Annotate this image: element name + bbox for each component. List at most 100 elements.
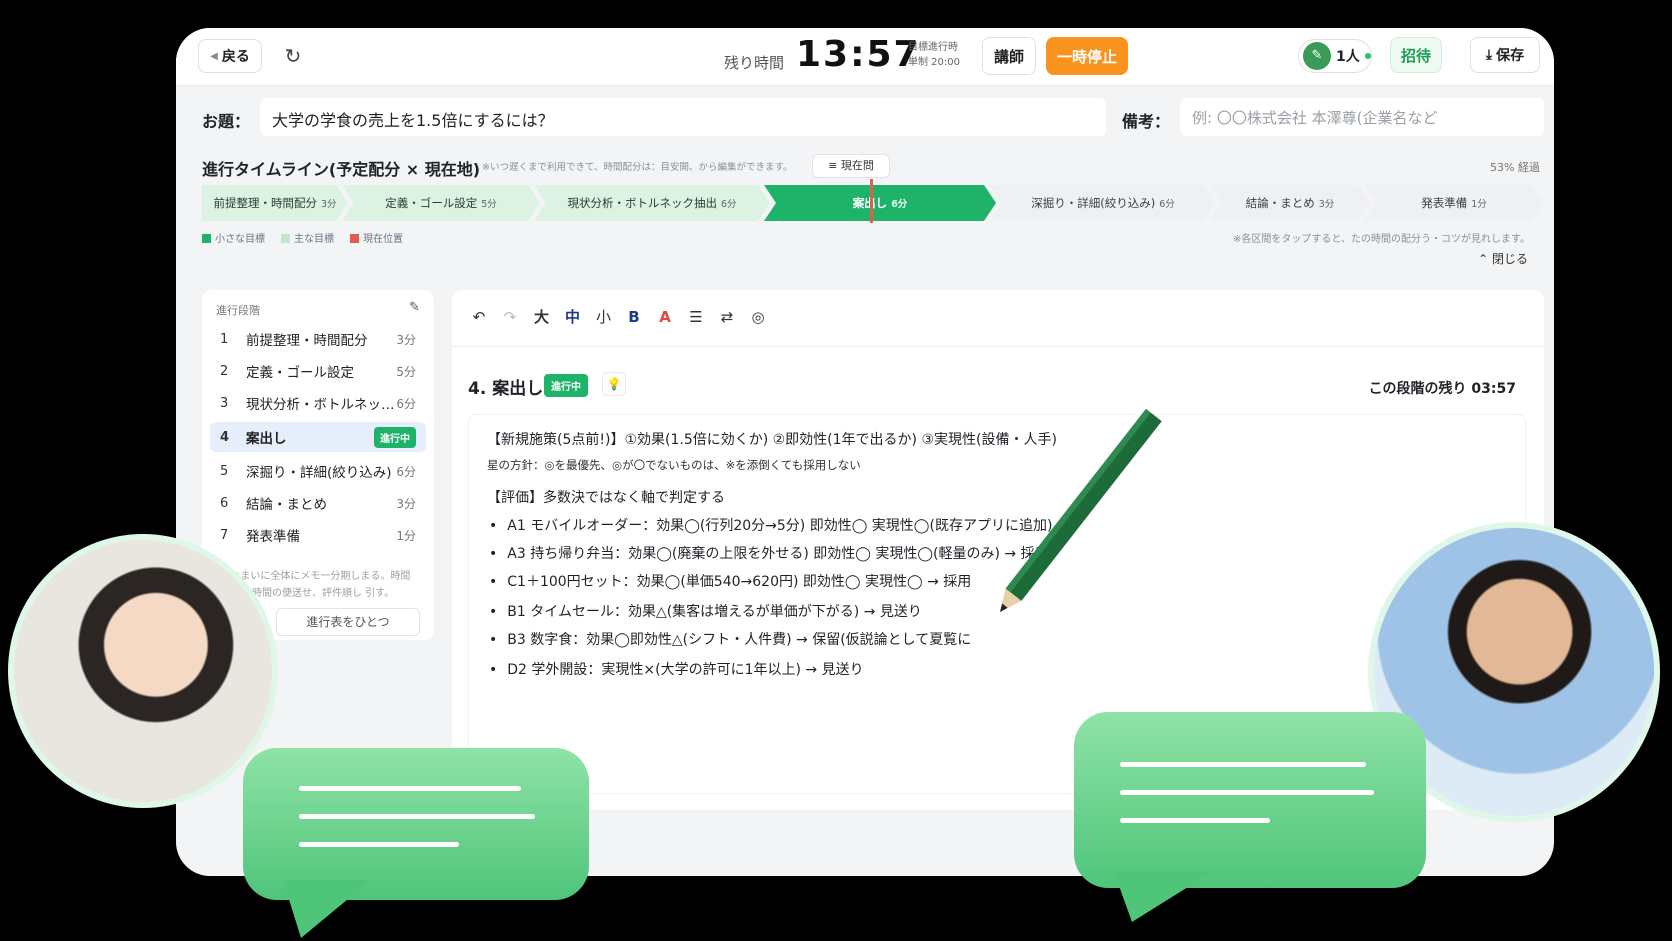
segment-minutes: 6分	[891, 199, 908, 210]
legend-label: 現在位置	[363, 234, 403, 245]
top-bar: ◀ 戻る ↻ 残り時間 13:57 目標進行時 単制 20:00 講師 一時停止…	[176, 28, 1554, 86]
user-avatar-icon: ✎	[1303, 42, 1331, 70]
current-position-marker	[870, 179, 873, 223]
redo-icon[interactable]: ↷	[503, 308, 517, 326]
bubble-tail	[283, 880, 371, 938]
step-number: 1	[220, 331, 229, 347]
timeline-segment-3[interactable]: 現状分析・ボトルネック抽出 6分	[534, 185, 770, 221]
stage: ◀ 戻る ↻ 残り時間 13:57 目標進行時 単制 20:00 講師 一時停止…	[0, 0, 1672, 941]
sidebar-step-4[interactable]: 4 案出し 進行中	[210, 422, 426, 452]
timeline-segment-7[interactable]: 発表準備 1分	[1364, 185, 1544, 221]
segment-label: 前提整理・時間配分	[213, 196, 317, 210]
segment-label: 現状分析・ボトルネック抽出	[567, 196, 717, 210]
step-minutes: 5分	[396, 364, 416, 379]
invite-button[interactable]: 招待	[1390, 37, 1442, 73]
list-item: A1 モバイルオーダー：効果◯(行列20分→5分) 即効性◯ 実現性◯(既存アプ…	[489, 515, 1068, 535]
legend-swatch	[350, 234, 359, 243]
toolbar-divider	[452, 346, 1544, 347]
step-number: 2	[220, 363, 229, 379]
step-number: 5	[220, 463, 229, 479]
segment-minutes: 6分	[1159, 199, 1175, 210]
members-count: 1人	[1336, 49, 1360, 65]
legend-label: 主な目標	[294, 234, 334, 245]
step-minutes: 6分	[396, 464, 416, 479]
share-icon[interactable]: ⇄	[720, 308, 734, 326]
timeline-segment-1[interactable]: 前提整理・時間配分 3分	[202, 185, 348, 221]
legend-swatch	[202, 234, 211, 243]
list-item: B3 数字食：効果◯即効性△(シフト・人件費) → 保留(仮説論として夏覧に	[489, 629, 971, 649]
step-name: 発表準備	[246, 529, 300, 545]
settings-icon[interactable]: ◎	[751, 308, 765, 326]
bubble-text-line	[1120, 818, 1270, 823]
timeline-segment-2[interactable]: 定義・ゴール設定 5分	[342, 185, 540, 221]
sidebar-step-2[interactable]: 2 定義・ゴール設定 5分	[210, 356, 426, 386]
online-dot-icon	[1364, 53, 1371, 59]
step-name: 定義・ゴール設定	[246, 365, 354, 381]
speech-bubble-left	[243, 748, 589, 938]
timeline-segment-4[interactable]: 案出し6分	[764, 185, 996, 221]
timeline-legend: 小さな目標 主な目標 現在位置	[202, 230, 403, 245]
refresh-icon[interactable]: ↻	[280, 43, 306, 69]
segment-minutes: 6分	[720, 199, 737, 210]
timer-meta: 目標進行時 単制 20:00	[908, 40, 960, 70]
step-number: 4	[220, 429, 230, 445]
lightbulb-icon[interactable]: 💡	[602, 372, 626, 396]
sidebar-step-5[interactable]: 5 深掘り・詳細(絞り込み) 6分	[210, 456, 426, 486]
text-color-button[interactable]: A	[658, 308, 672, 326]
speech-bubble-right	[1074, 712, 1426, 922]
sidebar-step-6[interactable]: 6 結論・まとめ 3分	[210, 488, 426, 518]
schedule-button[interactable]: 進行表をひとつ	[276, 608, 420, 636]
sidebar-step-1[interactable]: 1 前提整理・時間配分 3分	[210, 324, 426, 354]
download-icon: ⤓	[1485, 47, 1493, 63]
step-name: 深掘り・詳細(絞り込み)	[246, 465, 392, 481]
timeline-title: 進行タイムライン(予定配分 × 現在地)	[202, 160, 481, 179]
font-large-button[interactable]: 大	[534, 306, 549, 327]
undo-icon[interactable]: ↶	[472, 308, 486, 326]
font-small-button[interactable]: 小	[596, 306, 611, 327]
step-name: 現状分析・ボトルネック…	[246, 397, 397, 413]
timeline-segment-6[interactable]: 結論・まとめ 3分	[1210, 185, 1370, 221]
step-name: 結論・まとめ	[246, 497, 327, 513]
pencil-icon[interactable]: ✎	[409, 300, 420, 315]
step-name: 案出し	[246, 431, 287, 447]
bold-button[interactable]: B	[627, 308, 641, 326]
step-minutes: 1分	[396, 528, 416, 543]
current-position-button[interactable]: ≡ 現在問	[812, 154, 890, 178]
step-minutes: 3分	[396, 496, 416, 511]
bubble-text-line	[299, 842, 459, 847]
bubble-tail	[1114, 872, 1212, 922]
editor-toolbar: ↶ ↷ 大 中 小 B A ☰ ⇄ ◎	[472, 306, 765, 327]
bubble-text-line	[299, 786, 521, 791]
topic-input[interactable]: 大学の学食の売上を1.5倍にするには？	[260, 98, 1106, 136]
doc-policy-line: 星の方針：◎を最優先、◎が〇でないものは、※を添倒くても採用しない	[487, 458, 861, 472]
list-icon[interactable]: ☰	[689, 308, 703, 326]
sidebar-step-7[interactable]: 7 発表準備 1分	[210, 520, 426, 550]
timer-meta-line: 単制 20:00	[908, 57, 960, 68]
teacher-button[interactable]: 講師	[982, 37, 1036, 75]
step-number: 7	[220, 527, 229, 543]
font-medium-button[interactable]: 中	[565, 306, 580, 327]
chevron-left-icon: ◀	[210, 50, 218, 62]
pause-button[interactable]: 一時停止	[1046, 37, 1128, 75]
note-input[interactable]: 例: 〇〇株式会社 本澤尊(企業名など	[1180, 98, 1544, 136]
legend-item: 現在位置	[350, 230, 403, 245]
bubble-text-line	[1120, 762, 1366, 767]
collapse-button[interactable]: ⌃ 閉じる	[1478, 250, 1528, 267]
timeline-segment-5[interactable]: 深掘り・詳細(絞り込み) 6分	[990, 185, 1216, 221]
bubble-text-line	[1120, 790, 1374, 795]
footnote-line: ご、時間の便送せ、評件順し 引す。	[232, 588, 395, 599]
segment-minutes: 3分	[1318, 199, 1335, 210]
doc-header-line: 【新規施策(5点前!)】①効果(1.5倍に効くか) ②即効性(1年で出るか) ③…	[487, 432, 1057, 448]
members-indicator[interactable]: ✎ 1人	[1298, 39, 1372, 73]
step-number: 6	[220, 495, 229, 511]
back-button[interactable]: ◀ 戻る	[198, 39, 262, 73]
list-item: C1＋100円セット：効果◯(単価540→620円) 即効性◯ 実現性◯ → 採…	[489, 571, 971, 591]
segment-minutes: 5分	[481, 199, 497, 210]
doc-eval-line: 【評価】多数決ではなく軸で判定する	[487, 490, 725, 506]
note-label: 備考：	[1122, 112, 1171, 131]
list-item: A3 持ち帰り弁当：効果◯(廃棄の上限を外せる) 即効性◯ 実現性◯(軽量のみ)…	[489, 543, 1048, 563]
timeline-tap-note: ※各区間をタップすると、たの時間の配分う・コツが見れします。	[1233, 234, 1530, 245]
sidebar-footnote: ※まいに全体にメモ一分期しまる。時間 ご、時間の便送せ、評件順し 引す。	[232, 568, 410, 602]
sidebar-step-3[interactable]: 3 現状分析・ボトルネック… 6分	[210, 388, 426, 418]
save-button[interactable]: ⤓ 保存	[1470, 37, 1540, 73]
